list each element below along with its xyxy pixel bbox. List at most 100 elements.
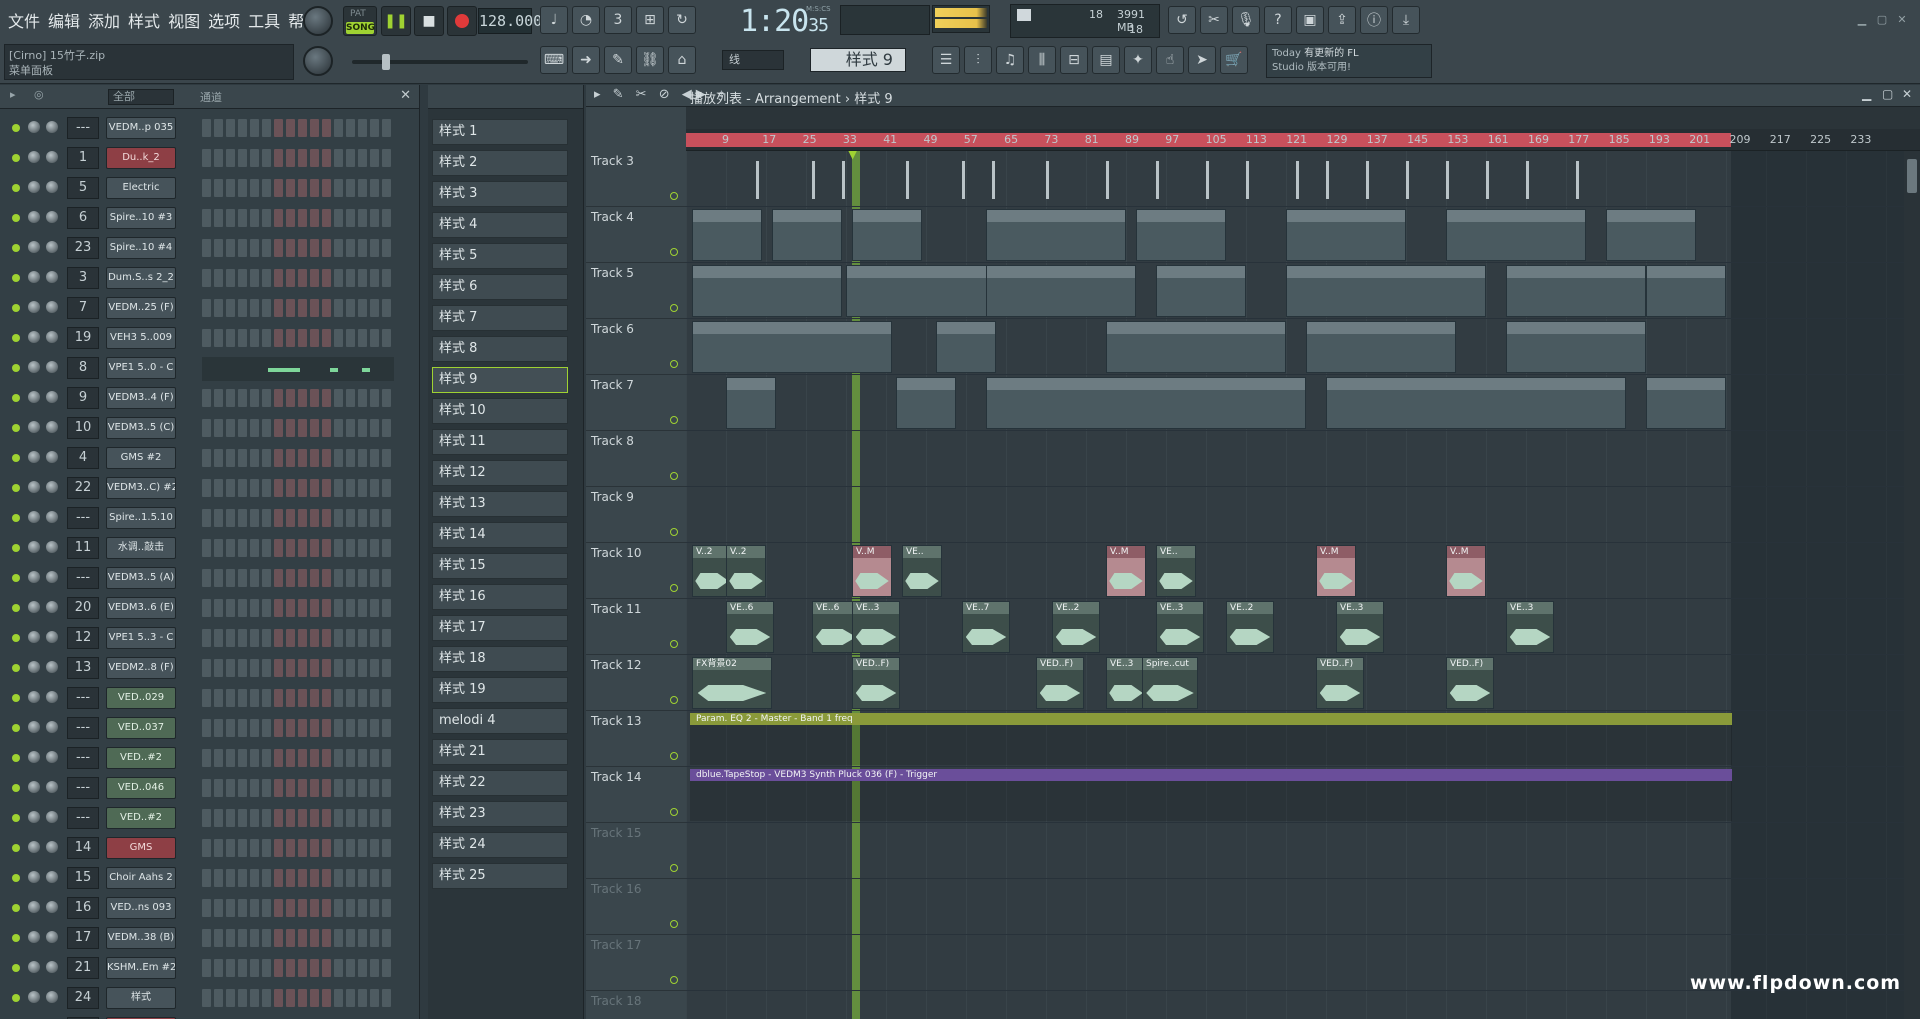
channel-mute-led[interactable] xyxy=(12,994,20,1002)
channel-pan-knob[interactable] xyxy=(28,361,40,373)
step-button[interactable] xyxy=(262,179,271,197)
step-sequencer[interactable] xyxy=(202,389,394,407)
step-sequencer[interactable] xyxy=(202,419,394,437)
step-button[interactable] xyxy=(370,299,379,317)
step-button[interactable] xyxy=(214,989,223,1007)
channel-pan-knob[interactable] xyxy=(28,661,40,673)
step-button[interactable] xyxy=(250,779,259,797)
step-button[interactable] xyxy=(358,119,367,137)
step-button[interactable] xyxy=(370,449,379,467)
channel-name-button[interactable]: VED..046 xyxy=(106,777,176,799)
step-button[interactable] xyxy=(298,749,307,767)
step-button[interactable] xyxy=(346,929,355,947)
step-button[interactable] xyxy=(214,299,223,317)
channel-volume-knob[interactable] xyxy=(46,961,58,973)
step-sequencer[interactable] xyxy=(202,719,394,737)
step-button[interactable] xyxy=(214,569,223,587)
channel-pan-knob[interactable] xyxy=(28,421,40,433)
step-button[interactable] xyxy=(286,689,295,707)
pattern-item[interactable]: 样式 8 xyxy=(432,336,568,362)
step-button[interactable] xyxy=(286,299,295,317)
step-button[interactable] xyxy=(358,869,367,887)
step-button[interactable] xyxy=(238,449,247,467)
pattern-item[interactable]: 样式 23 xyxy=(432,801,568,827)
channel-name-button[interactable]: KSHM..Em #2 xyxy=(106,957,176,979)
step-button[interactable] xyxy=(358,719,367,737)
step-button[interactable] xyxy=(298,659,307,677)
step-button[interactable] xyxy=(274,689,283,707)
step-button[interactable] xyxy=(334,989,343,1007)
step-button[interactable] xyxy=(346,269,355,287)
channel-mute-led[interactable] xyxy=(12,664,20,672)
pattern-clip[interactable] xyxy=(1306,321,1456,373)
audio-clip[interactable]: VE..6 xyxy=(726,601,774,653)
channel-pan-knob[interactable] xyxy=(28,181,40,193)
track-header[interactable]: Track 8 xyxy=(586,431,686,487)
channel-mixer-track[interactable]: 16 xyxy=(67,897,99,919)
channel-name-button[interactable]: VEDM..p 035 xyxy=(106,117,176,139)
step-button[interactable] xyxy=(370,599,379,617)
step-button[interactable] xyxy=(274,239,283,257)
cut-button[interactable]: ✂ xyxy=(1200,6,1228,34)
channel-volume-knob[interactable] xyxy=(46,511,58,523)
channel-name-button[interactable]: VED..ns 093 xyxy=(106,897,176,919)
step-sequencer[interactable] xyxy=(202,329,394,347)
step-button[interactable] xyxy=(214,119,223,137)
download-button[interactable]: ⤓ xyxy=(1392,6,1420,34)
channel-mute-led[interactable] xyxy=(12,964,20,972)
step-button[interactable] xyxy=(370,419,379,437)
track-lane[interactable] xyxy=(686,207,1920,263)
step-button[interactable] xyxy=(262,599,271,617)
track-header[interactable]: Track 5 xyxy=(586,263,686,319)
step-button[interactable] xyxy=(226,179,235,197)
step-button[interactable] xyxy=(202,239,211,257)
pattern-item[interactable]: 样式 3 xyxy=(432,181,568,207)
channel-mute-led[interactable] xyxy=(12,244,20,252)
step-button[interactable] xyxy=(298,959,307,977)
channel-row[interactable]: 5 Electric xyxy=(0,173,420,203)
channel-pan-knob[interactable] xyxy=(28,541,40,553)
pattern-clip[interactable] xyxy=(986,209,1126,261)
step-button[interactable] xyxy=(322,719,331,737)
step-button[interactable] xyxy=(382,419,391,437)
channel-mixer-track[interactable]: 1 xyxy=(67,147,99,169)
pattern-item[interactable]: 样式 25 xyxy=(432,863,568,889)
step-button[interactable] xyxy=(286,929,295,947)
step-button[interactable] xyxy=(370,149,379,167)
track-lane[interactable]: dblue.TapeStop - VEDM3 Synth Pluck 036 (… xyxy=(686,767,1920,823)
step-button[interactable] xyxy=(226,539,235,557)
channel-mixer-track[interactable]: --- xyxy=(67,687,99,709)
channel-mute-led[interactable] xyxy=(12,394,20,402)
track-mute-led[interactable] xyxy=(670,192,678,200)
channel-name-button[interactable]: Spire..10 #4 xyxy=(106,237,176,259)
step-button[interactable] xyxy=(238,659,247,677)
channel-mute-led[interactable] xyxy=(12,634,20,642)
channel-mixer-track[interactable]: --- xyxy=(67,747,99,769)
step-button[interactable] xyxy=(214,209,223,227)
channel-row[interactable]: 11 水调..敲击 xyxy=(0,533,420,563)
pattern-item[interactable]: 样式 24 xyxy=(432,832,568,858)
channel-mute-led[interactable] xyxy=(12,124,20,132)
undo-button[interactable]: ↺ xyxy=(1168,6,1196,34)
step-button[interactable] xyxy=(346,989,355,1007)
channel-mixer-track[interactable]: 19 xyxy=(67,327,99,349)
step-button[interactable] xyxy=(274,959,283,977)
step-button[interactable] xyxy=(310,449,319,467)
step-button[interactable] xyxy=(202,929,211,947)
channel-row[interactable]: 6 Spire..10 #3 xyxy=(0,203,420,233)
step-button[interactable] xyxy=(310,689,319,707)
channel-row[interactable]: --- VED..#2 xyxy=(0,743,420,773)
step-button[interactable] xyxy=(382,449,391,467)
step-button[interactable] xyxy=(298,719,307,737)
channel-mixer-track[interactable]: 4 xyxy=(67,447,99,469)
step-button[interactable] xyxy=(334,479,343,497)
channel-row[interactable]: 17 VEDM..38 (B) xyxy=(0,923,420,953)
audio-clip[interactable]: V..2 xyxy=(726,545,766,597)
channel-row[interactable]: --- VED..046 xyxy=(0,773,420,803)
channel-volume-knob[interactable] xyxy=(46,271,58,283)
step-button[interactable] xyxy=(202,989,211,1007)
channel-row[interactable]: 19 VEH3 5..009 xyxy=(0,323,420,353)
channel-row[interactable]: --- Spire..1.5.10 xyxy=(0,503,420,533)
channel-row[interactable]: 16 VED..ns 093 xyxy=(0,893,420,923)
step-button[interactable] xyxy=(202,629,211,647)
